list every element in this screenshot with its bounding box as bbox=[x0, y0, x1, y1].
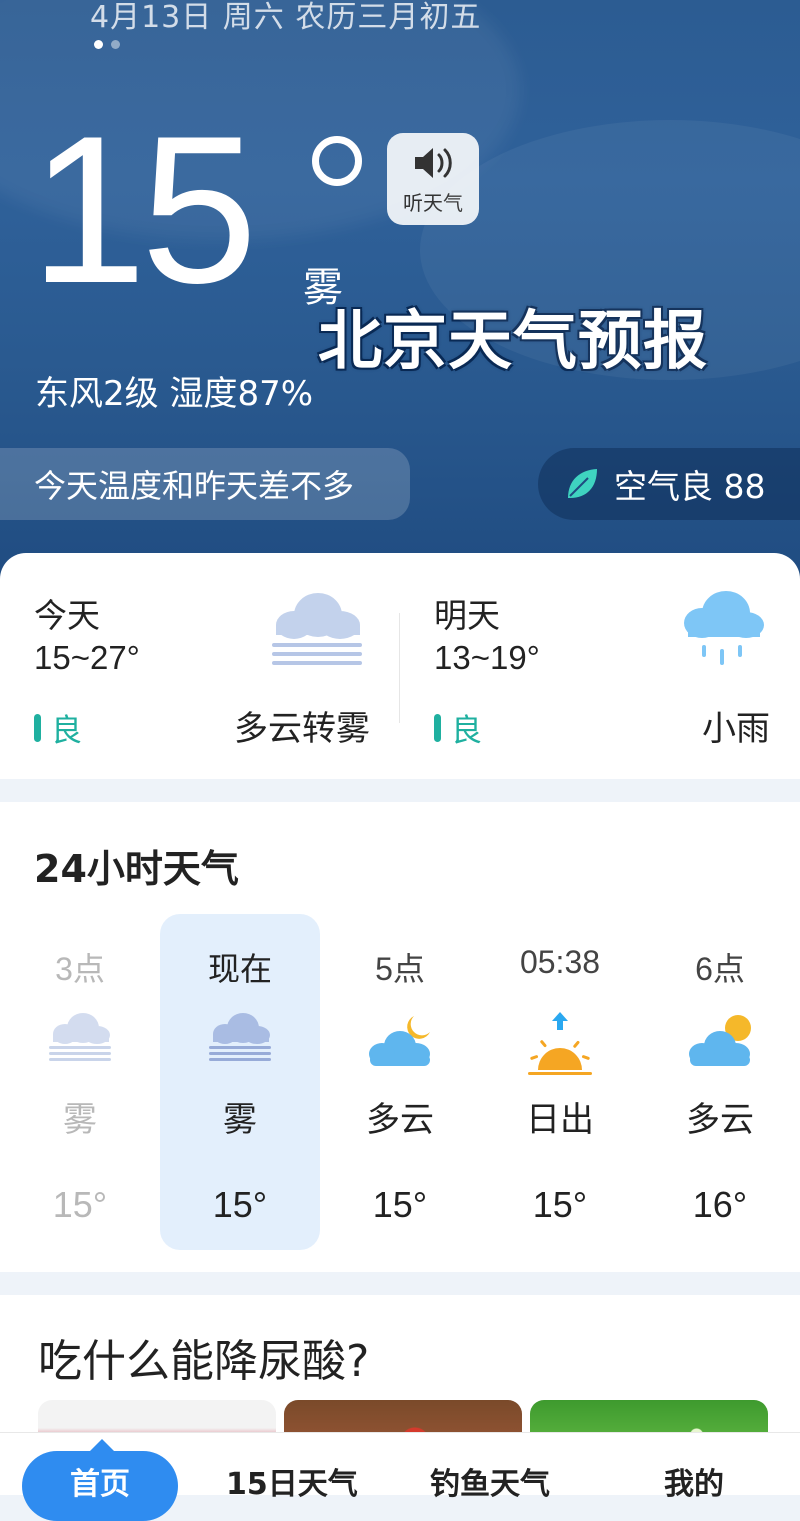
rain-cloud-icon bbox=[680, 587, 766, 673]
temp-range: 13~19° bbox=[434, 639, 540, 676]
hour-time: 05:38 bbox=[519, 944, 601, 980]
wind-humidity: 东风2级 湿度87% bbox=[35, 374, 314, 414]
fog-cloud-icon bbox=[268, 589, 364, 673]
tomorrow-forecast[interactable]: 明天 13~19° 良 小雨 bbox=[400, 553, 800, 779]
date-lunar: 4月13日 周六 农历三月初五 bbox=[90, 0, 482, 35]
page-indicator bbox=[94, 40, 120, 49]
hour-temp: 15° bbox=[212, 1184, 268, 1225]
hour-temp: 15° bbox=[52, 1184, 108, 1225]
hour-temp: 16° bbox=[692, 1184, 748, 1225]
degree-icon bbox=[312, 136, 362, 186]
article-title: 吃什么能降尿酸? bbox=[38, 1336, 370, 1387]
quality-bar-icon bbox=[434, 713, 441, 742]
section-title: 24小时天气 bbox=[34, 847, 239, 891]
hour-weather: 雾 bbox=[63, 1100, 97, 1140]
nav-fishing[interactable]: 钓鱼天气 bbox=[430, 1459, 550, 1503]
today-forecast[interactable]: 今天 15~27° 良 多云转雾 bbox=[0, 553, 400, 779]
fog-icon bbox=[0, 1010, 160, 1062]
cloud-sun-icon bbox=[640, 1010, 800, 1070]
overlay-title: 北京天气预报 bbox=[318, 305, 708, 379]
temperature-tip[interactable]: 今天温度和昨天差不多 bbox=[0, 448, 410, 520]
hourly-forecast: 24小时天气 3点 雾 15° 现在 雾 15° 5点 多云 15° 05:38… bbox=[0, 802, 800, 1272]
speaker-icon bbox=[415, 147, 452, 178]
air-quality-badge[interactable]: 空气良 88 bbox=[538, 448, 800, 520]
day-weather-desc: 多云转雾 bbox=[234, 709, 370, 749]
hour-weather: 多云 bbox=[686, 1100, 754, 1140]
day-weather-desc: 小雨 bbox=[702, 709, 770, 749]
hour-item-current[interactable]: 现在 雾 15° bbox=[160, 914, 320, 1250]
two-day-forecast: 今天 15~27° 良 多云转雾 明天 13~19° 良 小雨 bbox=[0, 553, 800, 779]
day-label: 今天 bbox=[34, 596, 100, 635]
hour-temp: 15° bbox=[372, 1184, 428, 1225]
hour-weather: 日出 bbox=[526, 1100, 594, 1140]
weather-hero: 4月13日 周六 农历三月初五 15 雾 听天气 北京天气预报 东风2级 湿度8… bbox=[0, 0, 800, 600]
nav-15-day[interactable]: 15日天气 bbox=[226, 1459, 358, 1503]
cloud-moon-icon bbox=[320, 1010, 480, 1070]
sunrise-icon bbox=[480, 1010, 640, 1080]
page-dot-active bbox=[94, 40, 103, 49]
fog-icon bbox=[160, 1010, 320, 1062]
quality-bar-icon bbox=[34, 713, 41, 742]
hour-time: 5点 bbox=[375, 951, 425, 987]
hour-time: 3点 bbox=[55, 951, 105, 987]
temp-range: 15~27° bbox=[34, 639, 140, 676]
hour-weather: 多云 bbox=[366, 1100, 434, 1140]
listen-weather-label: 听天气 bbox=[403, 190, 463, 215]
hour-time: 现在 bbox=[207, 951, 272, 987]
air-quality-text: 空气良 88 bbox=[614, 467, 766, 506]
page-dot bbox=[111, 40, 120, 49]
air-quality: 良 bbox=[34, 705, 82, 750]
bottom-nav: 首页 15日天气 钓鱼天气 我的 bbox=[0, 1432, 800, 1521]
hour-item[interactable]: 3点 雾 15° bbox=[0, 914, 160, 1250]
hour-item[interactable]: 6点 多云 16° bbox=[640, 914, 800, 1250]
air-quality: 良 bbox=[434, 705, 482, 750]
leaf-icon bbox=[568, 469, 597, 498]
nav-mine[interactable]: 我的 bbox=[664, 1459, 724, 1503]
day-label: 明天 bbox=[434, 596, 500, 635]
current-temperature: 15 bbox=[30, 92, 258, 327]
nav-home[interactable]: 首页 bbox=[22, 1439, 178, 1521]
listen-weather-button[interactable]: 听天气 bbox=[387, 133, 479, 225]
hour-item[interactable]: 5点 多云 15° bbox=[320, 914, 480, 1250]
hour-temp: 15° bbox=[532, 1184, 588, 1225]
hour-time: 6点 bbox=[695, 951, 745, 987]
hour-item[interactable]: 05:38 日出 15° bbox=[480, 914, 640, 1250]
hour-weather: 雾 bbox=[223, 1100, 257, 1140]
